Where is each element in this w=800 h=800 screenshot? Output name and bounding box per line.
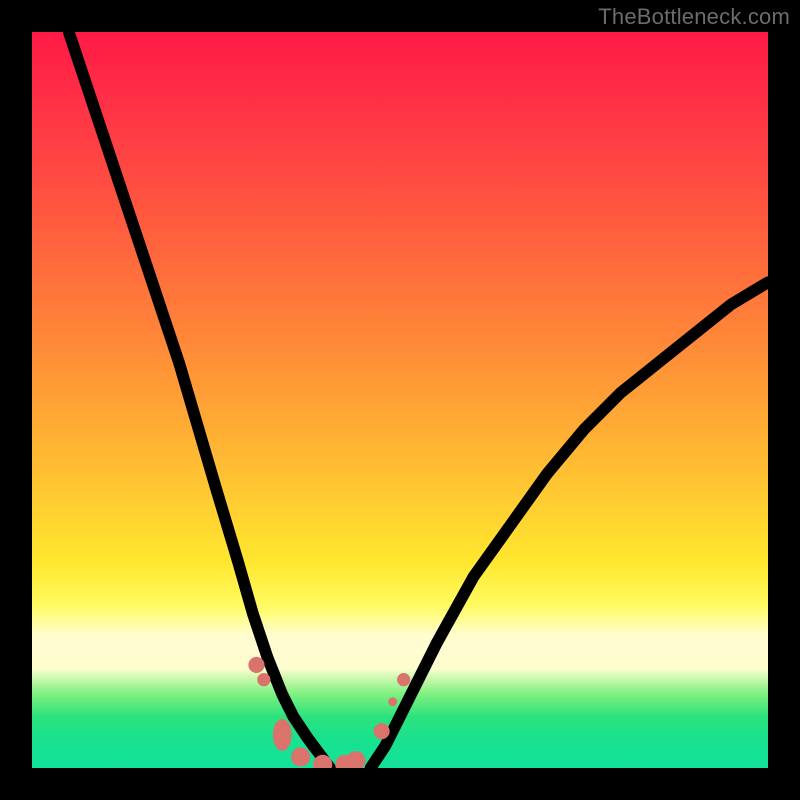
data-marker (291, 747, 310, 766)
data-marker (346, 751, 365, 768)
chart-frame: TheBottleneck.com (0, 0, 800, 800)
chart-svg (32, 32, 768, 768)
data-marker (374, 723, 390, 739)
plot-area (32, 32, 768, 768)
data-marker (273, 719, 292, 751)
curve-left (69, 32, 330, 768)
curve-lines (69, 32, 768, 768)
data-marker (257, 673, 270, 686)
watermark-text: TheBottleneck.com (598, 4, 790, 30)
data-marker (388, 697, 397, 706)
curve-right (371, 282, 768, 768)
data-marker (397, 673, 410, 686)
data-marker (248, 657, 264, 673)
